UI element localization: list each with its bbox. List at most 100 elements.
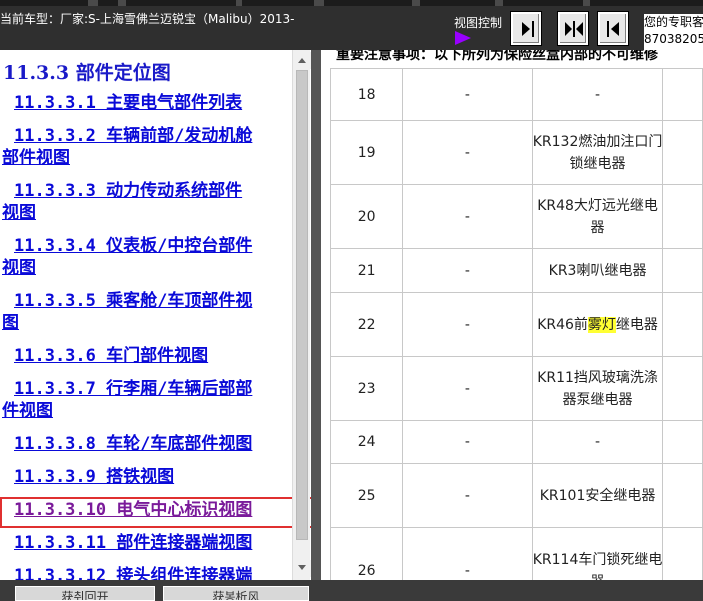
- important-notice: 重要注意事项：以下所列为保险丝盒内部的不可维修: [336, 50, 658, 63]
- row-number: 24: [329, 420, 404, 464]
- row-number: 23: [329, 356, 404, 421]
- nav-link-11-3-3-2-cont[interactable]: 部件视图: [2, 147, 70, 169]
- nav-link-11-3-3-11[interactable]: 11.3.3.11 部件连接器端视图: [14, 532, 252, 554]
- description-text: -: [595, 434, 601, 450]
- pin-cell: -: [402, 68, 533, 121]
- description-text: KR132燃油加注口门锁继电器: [532, 133, 663, 172]
- contact-info: 您的专职客 87038205: [644, 14, 703, 50]
- row-number: 19: [329, 120, 404, 185]
- section-heading: 11.3.3 部件定位图: [3, 62, 171, 84]
- table-row: 19 - KR132燃油加注口门锁继电器: [329, 120, 703, 185]
- tab-strip-segment[interactable]: [242, 0, 314, 6]
- tab-strip-segment[interactable]: [503, 0, 583, 6]
- nav-link-11-3-3-4[interactable]: 11.3.3.4 仪表板/中控台部件: [14, 235, 252, 257]
- nav-link-11-3-3-3-cont[interactable]: 视图: [2, 202, 36, 224]
- scroll-thumb[interactable]: [296, 70, 308, 540]
- nav-link-11-3-3-12[interactable]: 11.3.3.12 接头组件连接器端: [14, 565, 252, 580]
- row-number: 21: [329, 248, 404, 293]
- description-cell: KR48大灯远光继电器: [531, 184, 664, 249]
- extra-cell: [662, 184, 703, 249]
- extra-cell: [662, 120, 703, 185]
- view-control-label: 视图控制: [454, 16, 503, 30]
- split-view-icon: [565, 21, 583, 37]
- description-text: -: [595, 86, 601, 103]
- bottom-button-1[interactable]: 获취回开: [15, 586, 155, 601]
- tab-strip-segment[interactable]: [590, 0, 703, 6]
- caret-down-icon: [298, 565, 306, 570]
- description-cell: KR101安全继电器: [531, 463, 664, 528]
- table-row: 24 - -: [329, 420, 703, 464]
- nav-scrollbar[interactable]: [292, 50, 311, 580]
- pin-cell: -: [402, 356, 533, 421]
- extra-cell: [662, 527, 703, 580]
- table-row: 23 - KR11挡风玻璃洗涤器泵继电器: [329, 356, 703, 421]
- extra-cell: [662, 463, 703, 528]
- nav-link-11-3-3-7-cont[interactable]: 件视图: [2, 400, 53, 422]
- nav-link-11-3-3-5-cont[interactable]: 图: [2, 312, 19, 334]
- tab-strip-segment[interactable]: [126, 0, 236, 6]
- bottom-button-2[interactable]: 获봉析风: [163, 586, 309, 601]
- nav-link-11-3-3-3[interactable]: 11.3.3.3 动力传动系统部件: [14, 180, 242, 202]
- table-row: 20 - KR48大灯远光继电器: [329, 184, 703, 249]
- panel-splitter[interactable]: [311, 50, 321, 580]
- nav-link-11-3-3-7[interactable]: 11.3.3.7 行李厢/车辆后部部: [14, 378, 252, 400]
- contact-line-1: 您的专职客: [644, 15, 703, 29]
- nav-link-11-3-3-2[interactable]: 11.3.3.2 车辆前部/发动机舱: [14, 125, 252, 147]
- nav-link-11-3-3-6[interactable]: 11.3.3.6 车门部件视图: [14, 345, 208, 367]
- extra-cell: [662, 68, 703, 121]
- expand-right-view-button[interactable]: [510, 11, 542, 46]
- description-cell: KR132燃油加注口门锁继电器: [531, 120, 664, 185]
- collapse-left-view-button[interactable]: [597, 11, 629, 46]
- top-tab-strip: [0, 0, 703, 6]
- nav-link-11-3-3-5[interactable]: 11.3.3.5 乘客舱/车顶部件视: [14, 290, 252, 312]
- nav-link-11-3-3-9[interactable]: 11.3.3.9 搭铁视图: [14, 466, 174, 488]
- description-text: KR11挡风玻璃洗涤器泵继电器: [537, 369, 658, 408]
- table-row: 26 - KR114车门锁死继电器: [329, 527, 703, 581]
- content-panel: 重要注意事项：以下所列为保险丝盒内部的不可维修 18 - - 19 - KR13…: [321, 50, 703, 580]
- pin-cell: -: [402, 420, 533, 464]
- nav-link-11-3-3-1[interactable]: 11.3.3.1 主要电气部件列表: [14, 92, 242, 114]
- row-number: 25: [329, 463, 404, 528]
- extra-cell: [662, 420, 703, 464]
- pin-cell: -: [402, 292, 533, 357]
- tab-strip-segment[interactable]: [0, 0, 88, 6]
- bottom-toolbar: 获취回开 获봉析风: [0, 580, 703, 601]
- nav-link-11-3-3-4-cont[interactable]: 视图: [2, 257, 36, 279]
- scroll-down-button[interactable]: [293, 560, 311, 577]
- split-view-button[interactable]: [557, 11, 589, 46]
- description-text: KR46前: [537, 316, 588, 333]
- description-cell: -: [531, 420, 664, 464]
- description-text: KR114车门锁死继电器: [532, 551, 663, 581]
- description-cell: KR3喇叭继电器: [531, 248, 664, 293]
- extra-cell: [662, 356, 703, 421]
- current-vehicle-info: 当前车型：厂家:S-上海雪佛兰迈锐宝（Malibu）2013-: [0, 12, 295, 26]
- description-text: KR101安全继电器: [539, 487, 656, 504]
- row-number: 18: [329, 68, 404, 121]
- arrow-to-right-edge-icon: [522, 21, 534, 37]
- pin-cell: -: [402, 248, 533, 293]
- description-cell: KR11挡风玻璃洗涤器泵继电器: [531, 356, 664, 421]
- top-toolbar: 当前车型：厂家:S-上海雪佛兰迈锐宝（Malibu）2013- 视图控制 您的专…: [0, 0, 703, 50]
- tab-strip-segment[interactable]: [98, 0, 118, 6]
- description-cell: -: [531, 68, 664, 121]
- tab-strip-segment[interactable]: [324, 0, 412, 6]
- selected-item-highlight-box: [0, 497, 338, 528]
- table-row: 21 - KR3喇叭继电器: [329, 248, 703, 293]
- row-number: 26: [329, 527, 404, 580]
- arrow-to-left-edge-icon: [607, 21, 619, 37]
- contact-phone: 87038205: [644, 32, 703, 46]
- nav-link-11-3-3-8[interactable]: 11.3.3.8 车轮/车底部件视图: [14, 433, 252, 455]
- description-text: KR3喇叭继电器: [548, 262, 647, 279]
- view-control-arrow-icon: [455, 31, 471, 45]
- description-cell: KR114车门锁死继电器: [531, 527, 664, 581]
- scroll-up-button[interactable]: [293, 52, 311, 69]
- caret-up-icon: [298, 58, 306, 63]
- tab-strip-segment[interactable]: [420, 0, 495, 6]
- table-row: 22 - KR46前雾灯继电器: [329, 292, 703, 357]
- relay-table-wrapper: 18 - - 19 - KR132燃油加注口门锁继电器 20 - KR48大灯远…: [329, 68, 703, 581]
- table-row: 18 - -: [329, 68, 703, 121]
- pin-cell: -: [402, 463, 533, 528]
- extra-cell: [662, 292, 703, 357]
- extra-cell: [662, 248, 703, 293]
- description-cell: KR46前雾灯继电器: [531, 292, 664, 357]
